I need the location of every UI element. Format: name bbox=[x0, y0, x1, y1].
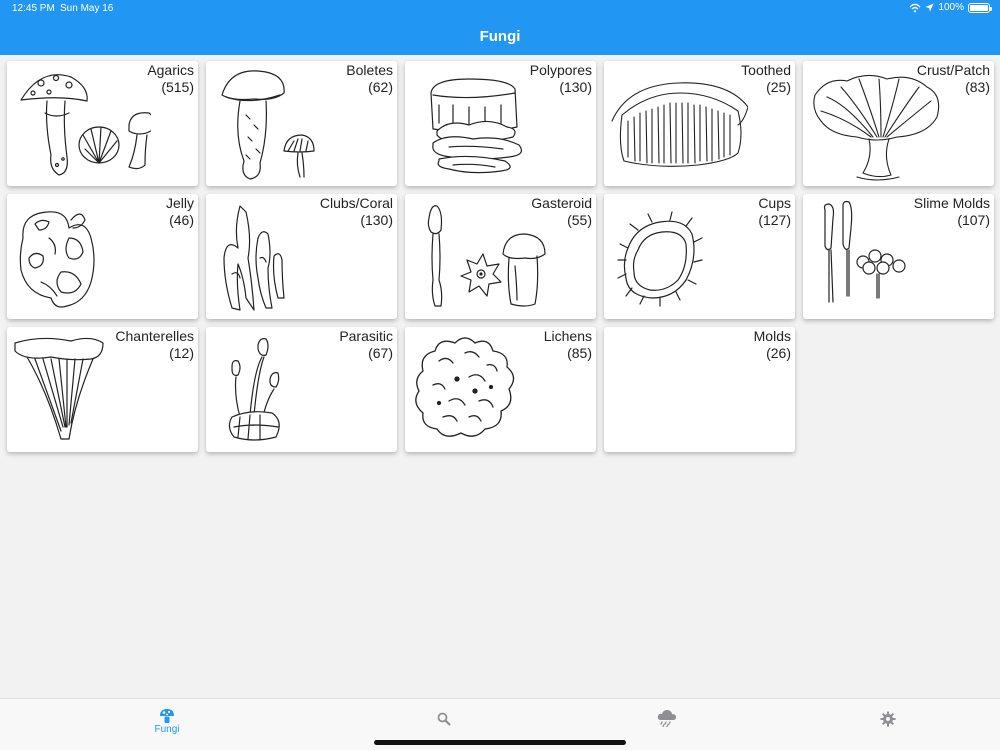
category-count: (107) bbox=[957, 212, 990, 228]
category-name: Jelly bbox=[165, 195, 194, 211]
category-card-lichens[interactable]: Lichens (85) bbox=[405, 327, 596, 452]
category-card-chanterelles[interactable]: Chanterelles (12) bbox=[7, 327, 198, 452]
category-count: (130) bbox=[559, 79, 592, 95]
page-title: Fungi bbox=[479, 28, 521, 45]
category-count: (62) bbox=[368, 79, 393, 95]
category-card-jelly[interactable]: Jelly (46) bbox=[7, 194, 198, 319]
toothed-drawing bbox=[608, 65, 749, 183]
category-name: Boletes bbox=[346, 62, 393, 78]
category-card-cups[interactable]: Cups (127) bbox=[604, 194, 795, 319]
category-name: Parasitic bbox=[339, 328, 393, 344]
agarics-drawing bbox=[11, 65, 155, 183]
clubs-coral-drawing bbox=[210, 198, 350, 316]
location-arrow-icon bbox=[925, 3, 934, 12]
category-card-slime-molds[interactable]: Slime Molds (107) bbox=[803, 194, 994, 319]
category-card-agarics[interactable]: Agarics (515) bbox=[7, 61, 198, 186]
rain-cloud-icon bbox=[657, 710, 676, 727]
category-card-clubs-coral[interactable]: Clubs/Coral (130) bbox=[206, 194, 397, 319]
category-count: (130) bbox=[360, 212, 393, 228]
mushroom-icon bbox=[160, 709, 174, 723]
chanterelles-drawing bbox=[11, 331, 151, 449]
category-count: (12) bbox=[169, 345, 194, 361]
category-card-parasitic[interactable]: Parasitic (67) bbox=[206, 327, 397, 452]
status-time: 12:45 PM bbox=[12, 3, 55, 14]
category-name: Crust/Patch bbox=[916, 62, 990, 78]
lichens-drawing bbox=[409, 331, 549, 449]
category-count: (46) bbox=[169, 212, 194, 228]
category-name: Slime Molds bbox=[913, 195, 990, 211]
category-count: (127) bbox=[758, 212, 791, 228]
slime-molds-drawing bbox=[807, 198, 947, 316]
parasitic-drawing bbox=[210, 331, 350, 449]
boletes-drawing bbox=[210, 65, 350, 183]
category-card-molds[interactable]: Molds (26) bbox=[604, 327, 795, 452]
category-count: (83) bbox=[965, 79, 990, 95]
gasteroid-drawing bbox=[409, 198, 549, 316]
search-icon bbox=[437, 712, 451, 726]
category-card-gasteroid[interactable]: Gasteroid (55) bbox=[405, 194, 596, 319]
polypores-drawing bbox=[409, 65, 549, 183]
category-card-toothed[interactable]: Toothed (25) bbox=[604, 61, 795, 186]
home-indicator[interactable] bbox=[374, 740, 626, 745]
category-card-crust-patch[interactable]: Crust/Patch (83) bbox=[803, 61, 994, 186]
category-count: (85) bbox=[567, 345, 592, 361]
category-grid: Agarics (515) Boletes (62) Polypores (13… bbox=[7, 61, 994, 452]
app-header: 12:45 PM Sun May 16 100% Fungi bbox=[0, 0, 1000, 55]
battery-percent: 100% bbox=[938, 2, 964, 13]
category-count: (67) bbox=[368, 345, 393, 361]
status-date: Sun May 16 bbox=[60, 3, 114, 14]
category-name: Cups bbox=[758, 195, 791, 211]
category-card-boletes[interactable]: Boletes (62) bbox=[206, 61, 397, 186]
category-name: Molds bbox=[753, 328, 791, 344]
category-count: (515) bbox=[161, 79, 194, 95]
gear-icon bbox=[880, 711, 896, 727]
battery-level bbox=[970, 4, 988, 11]
tab-fungi[interactable]: Fungi bbox=[107, 699, 227, 749]
category-name: Polypores bbox=[529, 62, 592, 78]
wifi-icon bbox=[909, 3, 921, 12]
tab-label: Fungi bbox=[154, 724, 180, 735]
category-count: (55) bbox=[567, 212, 592, 228]
category-name: Lichens bbox=[543, 328, 592, 344]
category-name: Agarics bbox=[147, 62, 194, 78]
category-name: Toothed bbox=[741, 62, 791, 78]
category-name: Chanterelles bbox=[115, 328, 194, 344]
category-name: Gasteroid bbox=[531, 195, 592, 211]
status-indicators: 100% bbox=[909, 2, 992, 13]
category-name: Clubs/Coral bbox=[319, 195, 393, 211]
cups-drawing bbox=[608, 198, 748, 316]
category-count: (26) bbox=[766, 345, 791, 361]
category-count: (25) bbox=[766, 79, 791, 95]
battery-icon bbox=[968, 2, 992, 13]
jelly-drawing bbox=[11, 198, 151, 316]
tab-settings[interactable] bbox=[828, 699, 948, 749]
crust-patch-drawing bbox=[807, 65, 947, 183]
category-card-polypores[interactable]: Polypores (130) bbox=[405, 61, 596, 186]
